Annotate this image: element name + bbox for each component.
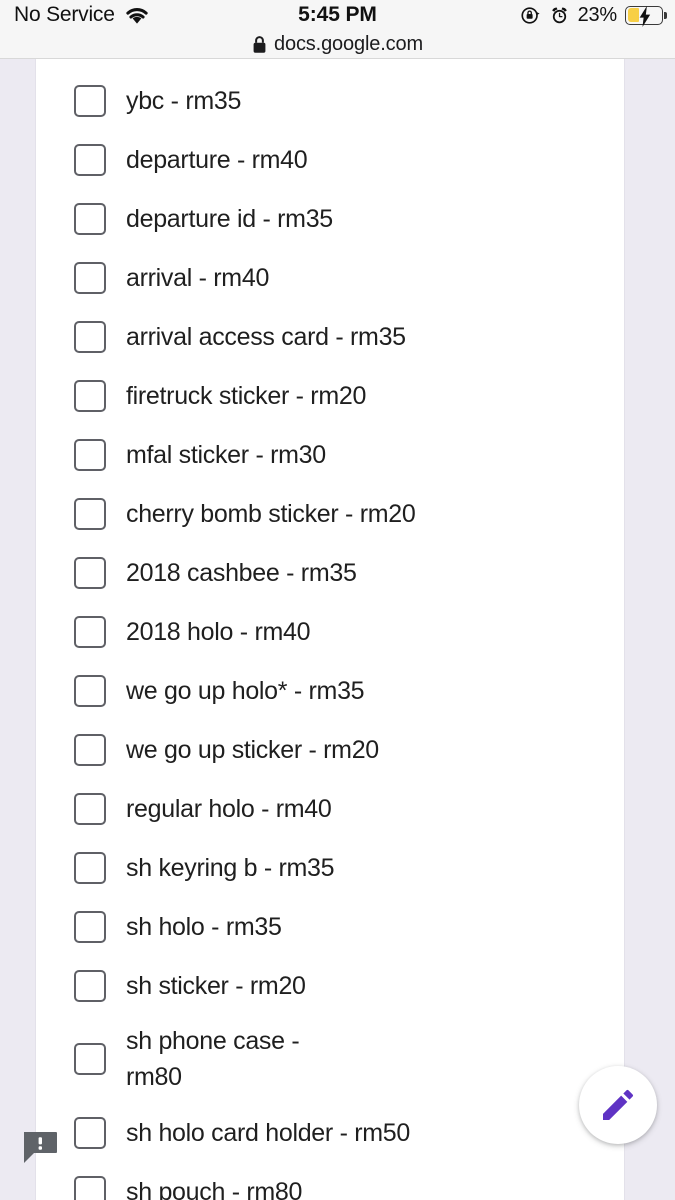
checkbox[interactable]	[74, 969, 106, 1002]
phone-screen: No Service 5:45 PM 23% docs.google.com y…	[0, 0, 675, 1200]
checklist-item[interactable]: we go up sticker - rm20	[36, 720, 626, 779]
checklist-item-label: sh keyring b - rm35	[126, 853, 335, 882]
checklist-item[interactable]: arrival access card - rm35	[36, 307, 626, 366]
checkbox[interactable]	[74, 438, 106, 471]
checklist-item-label: cherry bomb sticker - rm20	[126, 499, 416, 528]
checklist-item[interactable]: departure id - rm35	[36, 189, 626, 248]
checkbox[interactable]	[74, 320, 106, 353]
checkbox[interactable]	[74, 84, 106, 117]
checkbox[interactable]	[74, 674, 106, 707]
checklist-item[interactable]: sh holo - rm35	[36, 897, 626, 956]
checklist[interactable]: ybc - rm35 departure - rm40 departure id -…	[36, 59, 626, 1200]
status-bar: No Service 5:45 PM 23%	[0, 0, 675, 30]
checkbox[interactable]	[74, 851, 106, 884]
status-bar-right: 23%	[520, 3, 667, 27]
url-label: docs.google.com	[274, 32, 423, 55]
checkbox[interactable]	[74, 202, 106, 235]
checklist-item[interactable]: sh pouch - rm80	[36, 1162, 626, 1200]
checkbox[interactable]	[74, 497, 106, 530]
checkbox[interactable]	[74, 379, 106, 412]
comment-exclamation-icon	[24, 1132, 57, 1163]
checklist-item-label: departure id - rm35	[126, 204, 333, 233]
checklist-item-label: sh sticker - rm20	[126, 971, 306, 1000]
checklist-item-label: regular holo - rm40	[126, 794, 332, 823]
checklist-item-label: arrival - rm40	[126, 263, 270, 292]
checkbox[interactable]	[74, 615, 106, 648]
charging-bolt-icon	[639, 5, 651, 27]
checkbox[interactable]	[74, 1116, 106, 1149]
checklist-item-label: sh phone case - rm80	[126, 1027, 300, 1091]
lock-icon	[253, 35, 266, 53]
checklist-item-label: ybc - rm35	[126, 86, 242, 115]
checklist-item[interactable]: sh sticker - rm20	[36, 956, 626, 1015]
checkbox[interactable]	[74, 556, 106, 589]
checkbox[interactable]	[74, 1043, 106, 1075]
checkbox[interactable]	[74, 143, 106, 176]
checklist-item[interactable]: we go up holo* - rm35	[36, 661, 626, 720]
checklist-item-label: firetruck sticker - rm20	[126, 381, 367, 410]
checkbox[interactable]	[74, 792, 106, 825]
checkbox[interactable]	[74, 1175, 106, 1200]
checkbox[interactable]	[74, 733, 106, 766]
checkbox[interactable]	[74, 910, 106, 943]
browser-chrome: No Service 5:45 PM 23% docs.google.com	[0, 0, 675, 59]
checklist-item-label: we go up holo* - rm35	[126, 676, 365, 705]
rotation-lock-icon	[521, 6, 540, 24]
checklist-item-label: sh holo card holder - rm50	[126, 1118, 411, 1147]
checklist-item[interactable]: departure - rm40	[36, 130, 626, 189]
checklist-item[interactable]: ybc - rm35	[36, 71, 626, 130]
battery-icon	[625, 5, 667, 27]
checklist-item-label: departure - rm40	[126, 145, 308, 174]
checklist-item[interactable]: firetruck sticker - rm20	[36, 366, 626, 425]
pencil-icon	[603, 1090, 633, 1120]
checklist-item[interactable]: sh keyring b - rm35	[36, 838, 626, 897]
alarm-clock-icon	[551, 7, 567, 23]
checklist-item[interactable]: regular holo - rm40	[36, 779, 626, 838]
checkbox[interactable]	[74, 261, 106, 294]
checklist-item[interactable]: 2018 holo - rm40	[36, 602, 626, 661]
edit-button[interactable]	[579, 1066, 657, 1144]
checklist-item-label: mfal sticker - rm30	[126, 440, 326, 469]
battery-fill	[627, 8, 639, 22]
checklist-item-label: sh pouch - rm80	[126, 1177, 303, 1200]
document-canvas[interactable]: ybc - rm35 departure - rm40 departure id -…	[0, 59, 675, 1200]
checklist-item[interactable]: cherry bomb sticker - rm20	[36, 484, 626, 543]
checklist-item-label: sh holo - rm35	[126, 912, 282, 941]
battery-percent-label: 23%	[577, 4, 618, 26]
checklist-item[interactable]: sh holo card holder - rm50	[36, 1103, 626, 1162]
checklist-item[interactable]: sh phone case - rm80	[36, 1015, 626, 1103]
checklist-item[interactable]: 2018 cashbee - rm35	[36, 543, 626, 602]
checklist-item-label: arrival access card - rm35	[126, 322, 406, 351]
comment-alert-marker[interactable]	[22, 1131, 58, 1164]
address-bar[interactable]: docs.google.com	[0, 29, 675, 59]
checklist-item-label: we go up sticker - rm20	[126, 735, 379, 764]
checklist-item-label: 2018 holo - rm40	[126, 617, 311, 646]
checklist-item[interactable]: mfal sticker - rm30	[36, 425, 626, 484]
checklist-item-label: 2018 cashbee - rm35	[126, 558, 357, 587]
document-page[interactable]: ybc - rm35 departure - rm40 departure id -…	[35, 59, 625, 1200]
checklist-item[interactable]: arrival - rm40	[36, 248, 626, 307]
